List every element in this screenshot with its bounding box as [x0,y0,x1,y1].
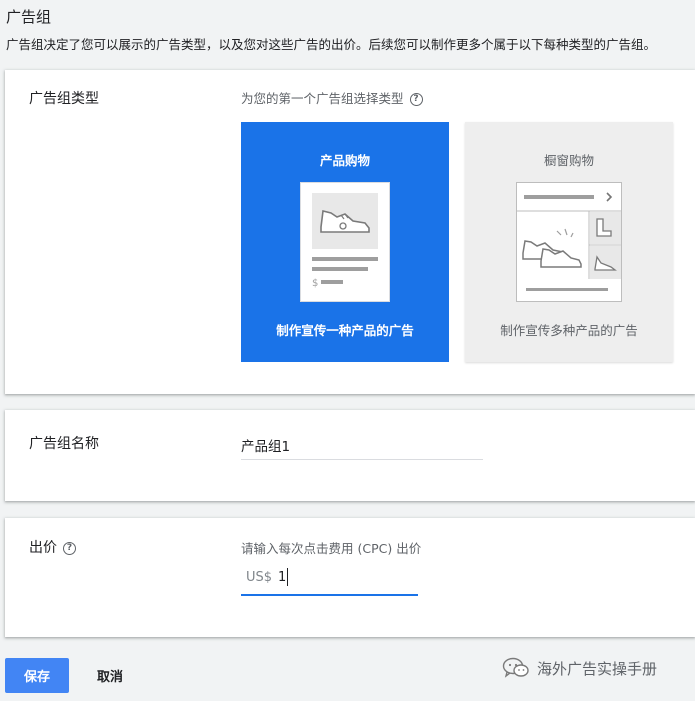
ad-group-name-input[interactable]: 产品组1 [241,432,483,460]
ad-group-type-card: 广告组类型 为您的第一个广告组选择类型? 产品购物 $ 制作宣传一种产品的广告 … [5,70,695,394]
multi-product-illustration [516,182,622,302]
ad-group-type-label: 广告组类型 [29,91,99,107]
wechat-icon [502,657,529,678]
ad-group-type-hint-text: 为您的第一个广告组选择类型 [241,91,404,106]
bid-value: 1 [278,570,287,585]
ad-group-name-card: 广告组名称 产品组1 [5,410,695,501]
page-description: 广告组决定了您可以展示的广告类型，以及您对这些广告的出价。后续您可以制作更多个属… [6,37,657,52]
currency-prefix: US$ [246,570,273,585]
sneaker-icon: $ [312,193,378,289]
watermark: 海外广告实操手册 [502,657,657,679]
tile-title: 橱窗购物 [543,153,594,168]
bid-input[interactable]: US$ 1 [241,565,418,596]
help-icon[interactable]: ? [409,93,423,106]
cancel-button[interactable]: 取消 [82,658,138,693]
text-caret [287,568,288,586]
page-title: 广告组 [6,8,52,26]
bid-hint: 请输入每次点击费用 (CPC) 出价 [241,541,422,556]
ad-group-name-value: 产品组1 [241,439,291,455]
tile-title: 产品购物 [319,153,370,168]
save-button[interactable]: 保存 [5,658,69,693]
type-tile-product-shopping[interactable]: 产品购物 $ 制作宣传一种产品的广告 [241,122,449,362]
showcase-icon [517,192,621,291]
bid-label: 出价 [29,540,57,556]
bid-label-row: 出价? [29,537,76,557]
tile-caption: 制作宣传多种产品的广告 [500,323,638,338]
single-product-illustration: $ [300,182,390,302]
price-symbol: $ [312,278,318,289]
type-tile-showcase-shopping[interactable]: 橱窗购物 制作宣传多种产品的广告 [465,122,673,362]
help-icon[interactable]: ? [63,541,76,555]
ad-group-type-hint: 为您的第一个广告组选择类型? [241,88,423,107]
bid-card: 出价? 请输入每次点击费用 (CPC) 出价 US$ 1 [5,518,695,637]
ad-group-name-label: 广告组名称 [29,436,99,452]
watermark-text: 海外广告实操手册 [537,659,658,678]
tile-caption: 制作宣传一种产品的广告 [276,323,414,338]
